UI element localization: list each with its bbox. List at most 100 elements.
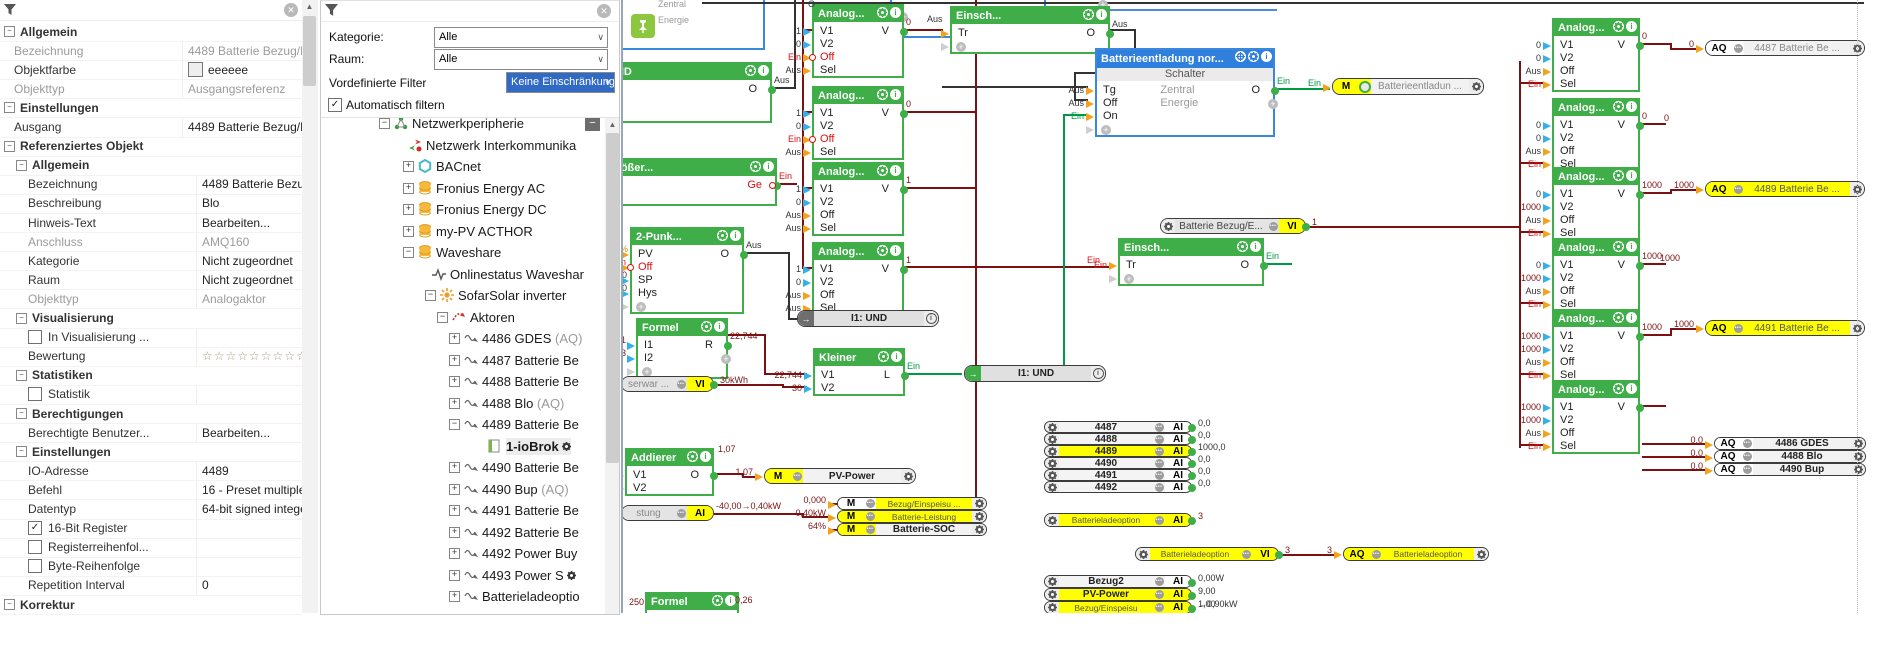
function-block-addierer[interactable]: Addierer i V1 O V2 (623, 448, 718, 496)
property-value[interactable]: 64-bit signed integer (196, 499, 302, 519)
tree-item-4492-power-buy[interactable]: +4492 Power Buy (321, 543, 605, 564)
logic-canvas[interactable]: +++UNDiI1OAusI2+Größer...iV1GeEinV22-Pun… (621, 0, 1881, 613)
tree-expander[interactable]: + (403, 225, 414, 237)
input-connector[interactable] (941, 42, 949, 51)
collapse-icon[interactable]: − (4, 102, 15, 114)
collapse-icon[interactable]: − (16, 408, 27, 419)
io-tag-ai-pv-power[interactable]: PV-Power ••• AI 9,00 →0,90kW (1044, 586, 1238, 609)
function-block-analog-a3[interactable]: Analog... i V1 V 1 1 V2 0 Off Aus Sel Aus (785, 162, 911, 236)
options-dots-icon[interactable]: ••• (1153, 446, 1165, 456)
vordefinierte-filter-select[interactable]: Keine Einschränkungen∨ (506, 72, 615, 93)
options-dots-icon[interactable]: ••• (791, 469, 803, 483)
function-block-einsch2[interactable]: Einsch... i Tr O Ein Ein + (1094, 238, 1279, 286)
gear-icon[interactable] (750, 161, 761, 172)
io-tag-ai-4490[interactable]: 4490 ••• AI 0,0 (1044, 454, 1211, 469)
property-value[interactable]: Nicht zugeordnet (196, 251, 302, 271)
options-dots-icon[interactable]: ••• (1153, 434, 1165, 444)
input-connector[interactable] (1543, 287, 1551, 296)
info-icon[interactable]: i (763, 161, 774, 172)
property-value[interactable]: Bearbeiten... (196, 213, 302, 232)
tree-expander[interactable]: + (449, 483, 460, 495)
tree-expander[interactable]: − (403, 247, 414, 258)
options-dots-icon[interactable]: ••• (1370, 548, 1382, 560)
input-connector[interactable] (1543, 429, 1551, 438)
collapse-icon[interactable]: − (4, 140, 15, 152)
options-dots-icon[interactable]: ••• (864, 498, 876, 509)
property-value[interactable]: 4489 Batterie Bezug/E... (182, 117, 302, 137)
io-tag-jump-i1-und-1[interactable]: → I1: UND i (797, 310, 939, 327)
checkbox[interactable] (28, 387, 42, 402)
tree-expander[interactable]: + (449, 548, 460, 559)
input-connector[interactable] (1543, 203, 1551, 212)
io-tag-aq-4486-gdes[interactable]: AQ ••• 4486 GDES 0,0 (1690, 435, 1866, 450)
rating-stars[interactable]: ☆☆☆☆☆☆☆☆☆ (196, 346, 302, 366)
function-block-kleiner[interactable]: Kleiner i V1 L 22,744 Ein V2 30 (774, 348, 920, 396)
io-tag-vi-batterie-bezug[interactable]: Batterie Bezug/E... ••• VI 1 (1160, 217, 1317, 234)
info-icon[interactable]: i (1626, 21, 1637, 32)
info-icon[interactable]: i (700, 451, 711, 462)
input-connector[interactable] (1543, 229, 1551, 238)
tree-item-fronius-energy-ac[interactable]: + Fronius Energy AC (321, 178, 605, 199)
tree-item-4491-batterie-be[interactable]: +4491 Batterie Be (321, 500, 605, 521)
property-value[interactable]: Bearbeiten... (196, 423, 302, 443)
collapse-icon[interactable]: − (4, 599, 15, 610)
info-icon[interactable]: i (1626, 101, 1637, 112)
input-connector[interactable] (1543, 190, 1551, 199)
io-tag-jump-i1-und-2[interactable]: → I1: UND i (964, 365, 1106, 382)
output-connector[interactable] (1635, 403, 1644, 412)
property-value[interactable] (196, 537, 302, 557)
input-connector[interactable] (1543, 134, 1551, 143)
gear-icon[interactable] (712, 595, 723, 606)
property-value[interactable] (196, 518, 302, 538)
input-connector[interactable] (803, 185, 811, 194)
io-tag-ai-4487[interactable]: 4487 ••• AI 0,0 (1044, 418, 1211, 433)
function-block-analog-r5[interactable]: Analog... i V1 V 1000 1000 V2 1000 Off Aus Sel Ein (1521, 309, 1662, 383)
gear-icon[interactable] (1469, 79, 1483, 94)
function-block-analog-a4[interactable]: Analog... i V1 V 1 1 V2 0 Off Aus Sel Aus (785, 242, 911, 316)
add-input-icon[interactable]: + (642, 366, 652, 377)
gear-icon[interactable] (877, 165, 888, 176)
tree-item-fronius-energy-dc[interactable]: + Fronius Energy DC (321, 199, 605, 220)
info-icon[interactable]: i (890, 89, 901, 100)
io-tag-aq-4488-blo[interactable]: AQ ••• 4488 Blo 0,0 (1690, 448, 1866, 463)
io-tag-vi-batterieladeoption[interactable]: Batterieladeoption ••• VI 3 (1135, 545, 1290, 561)
gear-icon[interactable] (1851, 451, 1865, 462)
gear-icon[interactable] (1045, 446, 1059, 456)
input-connector[interactable] (1543, 371, 1551, 380)
tree-expander[interactable]: + (449, 333, 460, 344)
options-dots-icon[interactable]: ••• (1153, 422, 1165, 432)
tree-item-4488-batterie-be[interactable]: +4488 Batterie Be (321, 371, 605, 392)
tree-expander[interactable]: − (379, 118, 390, 129)
input-connector[interactable] (803, 211, 811, 220)
io-tag-m-batterieentladung[interactable]: M Batterieentladun ... Ein (1308, 78, 1484, 95)
function-block-zweipunkt[interactable]: 2-Punk... i PV O Aus Off SP Hys + (623, 227, 762, 314)
options-dots-icon[interactable]: ••• (1732, 321, 1744, 335)
io-tag-m-pv-power[interactable]: M ••• PV-Power 1,07 (735, 467, 916, 484)
property-value[interactable]: 0 (196, 575, 302, 595)
info-icon[interactable]: i (890, 245, 901, 256)
function-block-analog-r6[interactable]: Analog... i V1 V 1000 V2 1000 Off Aus Sel Ein (1521, 380, 1644, 454)
input-connector[interactable] (1543, 261, 1551, 270)
checkbox[interactable] (28, 330, 42, 345)
options-dots-icon[interactable]: ••• (864, 524, 876, 535)
input-connector[interactable] (803, 291, 811, 300)
input-connector[interactable] (941, 29, 949, 38)
collapse-icon[interactable]: − (16, 369, 27, 381)
input-connector[interactable] (1543, 54, 1551, 63)
io-tag-m-batterie-leistung[interactable]: M ••• Batterie-Leistung 0,40kW (795, 508, 987, 523)
gear-icon[interactable] (1851, 438, 1865, 449)
tree-item-4490-bup[interactable]: +4490 Bup (AQ) (321, 479, 605, 500)
kategorie-select[interactable]: Alle ∨ (434, 27, 608, 48)
io-tag-aq-4490-bup[interactable]: AQ ••• 4490 Bup 0,0 (1690, 461, 1866, 476)
gear-icon[interactable] (877, 89, 888, 100)
io-tag-aq-4489[interactable]: AQ ••• 4489 Batterie Be ... 1000 (1674, 180, 1865, 197)
input-connector[interactable] (1543, 300, 1551, 309)
gear-icon[interactable] (687, 451, 698, 462)
options-dots-icon[interactable]: ••• (675, 506, 687, 520)
info-icon[interactable]: i (1096, 9, 1107, 20)
input-connector[interactable] (1543, 147, 1551, 156)
info-icon[interactable]: i (1626, 312, 1637, 323)
options-dots-icon[interactable]: ••• (1741, 451, 1753, 462)
property-value[interactable] (196, 556, 302, 576)
options-dots-icon[interactable]: ••• (1153, 470, 1165, 480)
